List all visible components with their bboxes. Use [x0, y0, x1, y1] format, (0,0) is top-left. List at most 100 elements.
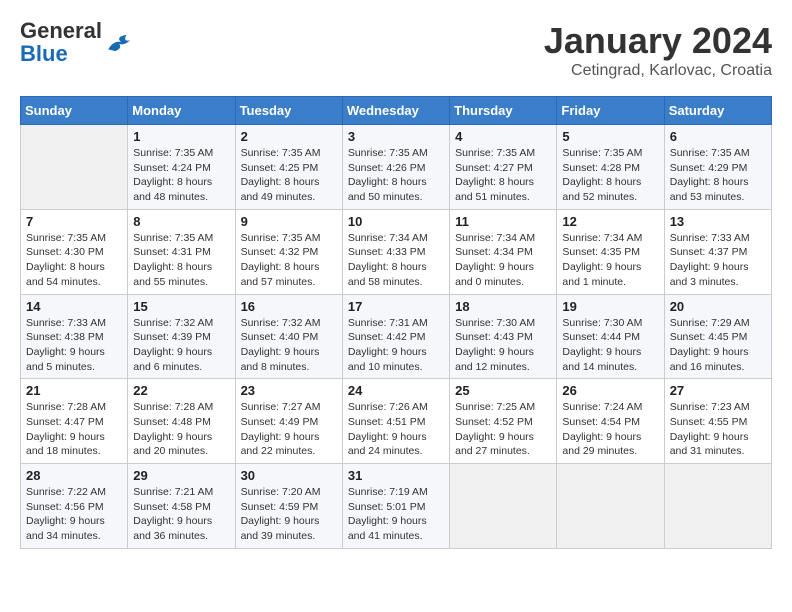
calendar-cell: 10 Sunrise: 7:34 AMSunset: 4:33 PMDayligh…	[342, 209, 449, 294]
calendar-cell: 30 Sunrise: 7:20 AMSunset: 4:59 PMDayligh…	[235, 464, 342, 549]
calendar-cell: 4 Sunrise: 7:35 AMSunset: 4:27 PMDaylight…	[450, 125, 557, 210]
weekday-header-sunday: Sunday	[21, 97, 128, 125]
calendar-week-row: 21 Sunrise: 7:28 AMSunset: 4:47 PMDayligh…	[21, 379, 772, 464]
logo-blue-text: Blue	[20, 41, 68, 66]
day-info: Sunrise: 7:35 AMSunset: 4:31 PMDaylight:…	[133, 231, 229, 290]
weekday-header-saturday: Saturday	[664, 97, 771, 125]
calendar-cell: 2Sunrise: 7:35 AMSunset: 4:25 PMDaylight…	[235, 125, 342, 210]
day-info: Sunrise: 7:29 AMSunset: 4:45 PMDaylight:…	[670, 316, 766, 375]
day-number: 6	[670, 129, 766, 144]
day-number: 11	[455, 214, 551, 229]
calendar-cell: 7Sunrise: 7:35 AMSunset: 4:30 PMDaylight…	[21, 209, 128, 294]
page-header: General Blue January 2024 Cetingrad, Kar…	[20, 20, 772, 80]
day-info: Sunrise: 7:22 AMSunset: 4:56 PMDaylight:…	[26, 485, 122, 544]
weekday-header-friday: Friday	[557, 97, 664, 125]
calendar-cell: 27 Sunrise: 7:23 AMSunset: 4:55 PMDayligh…	[664, 379, 771, 464]
logo: General Blue	[20, 20, 134, 66]
day-number: 12	[562, 214, 658, 229]
day-info: Sunrise: 7:30 AMSunset: 4:43 PMDaylight:…	[455, 316, 551, 375]
calendar-cell: 21 Sunrise: 7:28 AMSunset: 4:47 PMDayligh…	[21, 379, 128, 464]
month-title: January 2024	[544, 20, 772, 62]
day-info: Sunrise: 7:35 AMSunset: 4:29 PMDaylight:…	[670, 146, 766, 205]
calendar-cell: 15 Sunrise: 7:32 AMSunset: 4:39 PMDayligh…	[128, 294, 235, 379]
calendar-cell: 25 Sunrise: 7:25 AMSunset: 4:52 PMDayligh…	[450, 379, 557, 464]
day-number: 21	[26, 383, 122, 398]
day-info: Sunrise: 7:28 AMSunset: 4:47 PMDaylight:…	[26, 400, 122, 459]
day-info: Sunrise: 7:35 AMSunset: 4:28 PMDaylight:…	[562, 146, 658, 205]
day-number: 20	[670, 299, 766, 314]
calendar-cell	[664, 464, 771, 549]
day-number: 16	[241, 299, 337, 314]
calendar-table: SundayMondayTuesdayWednesdayThursdayFrid…	[20, 96, 772, 549]
weekday-header-tuesday: Tuesday	[235, 97, 342, 125]
day-number: 25	[455, 383, 551, 398]
day-number: 10	[348, 214, 444, 229]
day-info: Sunrise: 7:25 AMSunset: 4:52 PMDaylight:…	[455, 400, 551, 459]
day-info: Sunrise: 7:35 AMSunset: 4:26 PMDaylight:…	[348, 146, 444, 205]
day-info: Sunrise: 7:33 AMSunset: 4:37 PMDaylight:…	[670, 231, 766, 290]
day-number: 15	[133, 299, 229, 314]
day-info: Sunrise: 7:33 AMSunset: 4:38 PMDaylight:…	[26, 316, 122, 375]
day-info: Sunrise: 7:34 AMSunset: 4:35 PMDaylight:…	[562, 231, 658, 290]
day-info: Sunrise: 7:20 AMSunset: 4:59 PMDaylight:…	[241, 485, 337, 544]
day-number: 3	[348, 129, 444, 144]
calendar-cell	[450, 464, 557, 549]
day-info: Sunrise: 7:35 AMSunset: 4:25 PMDaylight:…	[241, 146, 337, 205]
day-number: 14	[26, 299, 122, 314]
calendar-cell: 23 Sunrise: 7:27 AMSunset: 4:49 PMDayligh…	[235, 379, 342, 464]
day-number: 26	[562, 383, 658, 398]
day-number: 7	[26, 214, 122, 229]
day-number: 29	[133, 468, 229, 483]
calendar-cell: 20 Sunrise: 7:29 AMSunset: 4:45 PMDayligh…	[664, 294, 771, 379]
calendar-week-row: 28 Sunrise: 7:22 AMSunset: 4:56 PMDayligh…	[21, 464, 772, 549]
day-number: 28	[26, 468, 122, 483]
calendar-cell: 22 Sunrise: 7:28 AMSunset: 4:48 PMDayligh…	[128, 379, 235, 464]
weekday-header-monday: Monday	[128, 97, 235, 125]
day-number: 31	[348, 468, 444, 483]
day-info: Sunrise: 7:19 AMSunset: 5:01 PMDaylight:…	[348, 485, 444, 544]
day-number: 30	[241, 468, 337, 483]
calendar-cell: 19Sunrise: 7:30 AMSunset: 4:44 PMDayligh…	[557, 294, 664, 379]
day-info: Sunrise: 7:23 AMSunset: 4:55 PMDaylight:…	[670, 400, 766, 459]
logo-bird-icon	[106, 33, 134, 53]
day-number: 24	[348, 383, 444, 398]
title-area: January 2024 Cetingrad, Karlovac, Croati…	[544, 20, 772, 80]
day-number: 13	[670, 214, 766, 229]
calendar-cell: 28 Sunrise: 7:22 AMSunset: 4:56 PMDayligh…	[21, 464, 128, 549]
day-info: Sunrise: 7:27 AMSunset: 4:49 PMDaylight:…	[241, 400, 337, 459]
day-info: Sunrise: 7:35 AMSunset: 4:32 PMDaylight:…	[241, 231, 337, 290]
calendar-cell: 31 Sunrise: 7:19 AMSunset: 5:01 PMDayligh…	[342, 464, 449, 549]
calendar-cell: 17Sunrise: 7:31 AMSunset: 4:42 PMDayligh…	[342, 294, 449, 379]
day-info: Sunrise: 7:32 AMSunset: 4:39 PMDaylight:…	[133, 316, 229, 375]
day-number: 19	[562, 299, 658, 314]
day-info: Sunrise: 7:35 AMSunset: 4:27 PMDaylight:…	[455, 146, 551, 205]
calendar-week-row: 14 Sunrise: 7:33 AMSunset: 4:38 PMDayligh…	[21, 294, 772, 379]
calendar-week-row: 1Sunrise: 7:35 AMSunset: 4:24 PMDaylight…	[21, 125, 772, 210]
day-number: 22	[133, 383, 229, 398]
day-info: Sunrise: 7:32 AMSunset: 4:40 PMDaylight:…	[241, 316, 337, 375]
day-number: 1	[133, 129, 229, 144]
day-number: 18	[455, 299, 551, 314]
calendar-cell: 8Sunrise: 7:35 AMSunset: 4:31 PMDaylight…	[128, 209, 235, 294]
weekday-header-row: SundayMondayTuesdayWednesdayThursdayFrid…	[21, 97, 772, 125]
calendar-cell: 6 Sunrise: 7:35 AMSunset: 4:29 PMDaylight…	[664, 125, 771, 210]
calendar-cell	[21, 125, 128, 210]
day-number: 9	[241, 214, 337, 229]
day-info: Sunrise: 7:34 AMSunset: 4:33 PMDaylight:…	[348, 231, 444, 290]
calendar-week-row: 7Sunrise: 7:35 AMSunset: 4:30 PMDaylight…	[21, 209, 772, 294]
day-number: 27	[670, 383, 766, 398]
calendar-cell: 9 Sunrise: 7:35 AMSunset: 4:32 PMDaylight…	[235, 209, 342, 294]
day-number: 23	[241, 383, 337, 398]
day-info: Sunrise: 7:21 AMSunset: 4:58 PMDaylight:…	[133, 485, 229, 544]
logo-general-text: General	[20, 18, 102, 43]
day-info: Sunrise: 7:28 AMSunset: 4:48 PMDaylight:…	[133, 400, 229, 459]
calendar-cell: 18 Sunrise: 7:30 AMSunset: 4:43 PMDayligh…	[450, 294, 557, 379]
calendar-cell: 5 Sunrise: 7:35 AMSunset: 4:28 PMDaylight…	[557, 125, 664, 210]
weekday-header-thursday: Thursday	[450, 97, 557, 125]
calendar-cell: 29 Sunrise: 7:21 AMSunset: 4:58 PMDayligh…	[128, 464, 235, 549]
calendar-cell: 14 Sunrise: 7:33 AMSunset: 4:38 PMDayligh…	[21, 294, 128, 379]
day-number: 4	[455, 129, 551, 144]
day-number: 5	[562, 129, 658, 144]
calendar-cell: 13 Sunrise: 7:33 AMSunset: 4:37 PMDayligh…	[664, 209, 771, 294]
calendar-cell	[557, 464, 664, 549]
